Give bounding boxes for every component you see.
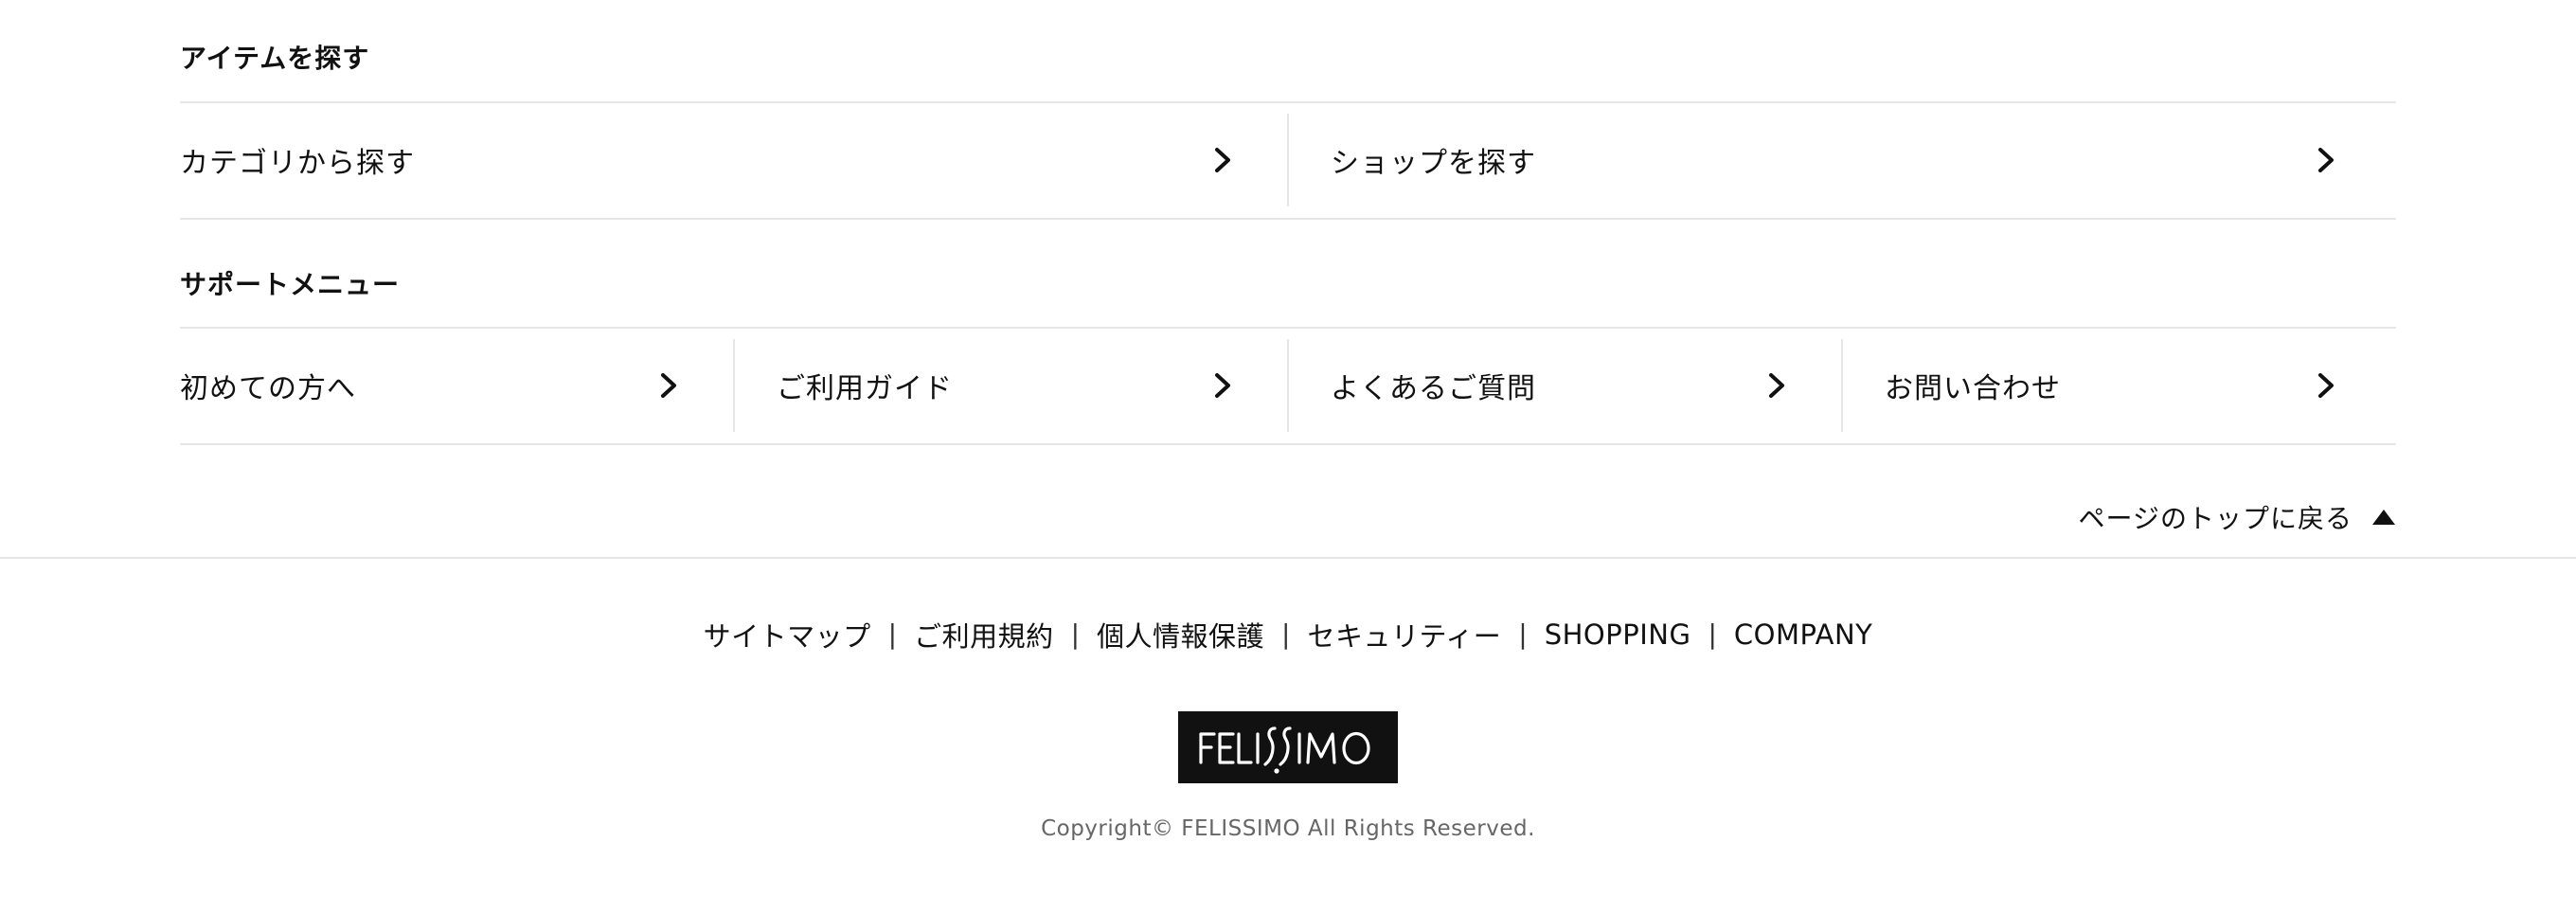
category-search-label: カテゴリから探す	[180, 147, 415, 180]
chevron-right-icon	[661, 373, 676, 398]
contact-label: お問い合わせ	[1885, 372, 2061, 405]
felissimo-logo-wordmark	[1199, 726, 1370, 774]
footer-separator: |	[1070, 618, 1081, 650]
contact-link[interactable]: お問い合わせ	[1842, 328, 2396, 443]
faq-label: よくあるご質問	[1331, 372, 1536, 405]
footer-separator: |	[1518, 618, 1528, 650]
usage-guide-label: ご利用ガイド	[777, 372, 953, 405]
footer-divider	[0, 557, 2576, 559]
shop-search-link[interactable]: ショップを探す	[1288, 102, 2396, 218]
chevron-right-icon	[1215, 373, 1230, 398]
footer-link-privacy[interactable]: 個人情報保護	[1097, 615, 1264, 654]
felissimo-logo[interactable]	[1178, 711, 1398, 783]
support-menu-links: 初めての方へ ご利用ガイド よくあるご質問 お問い合わせ	[180, 328, 2396, 443]
footer-link-company[interactable]: COMPANY	[1734, 618, 1872, 651]
footer-link-shopping[interactable]: SHOPPING	[1545, 618, 1691, 651]
chevron-right-icon	[1769, 373, 1784, 398]
support-menu-heading: サポートメニュー	[180, 269, 401, 300]
divider	[180, 443, 2396, 445]
page-top-label: ページのトップに戻る	[2078, 503, 2352, 534]
footer-link-terms[interactable]: ご利用規約	[914, 615, 1054, 654]
footer-link-security[interactable]: セキュリティー	[1307, 615, 1501, 654]
first-time-link[interactable]: 初めての方へ	[180, 328, 734, 443]
footer-link-sitemap[interactable]: サイトマップ	[704, 615, 871, 654]
find-items-links: カテゴリから探す ショップを探す	[180, 102, 2396, 218]
triangle-up-icon	[2372, 510, 2395, 525]
chevron-right-icon	[2318, 148, 2334, 172]
category-search-link[interactable]: カテゴリから探す	[180, 102, 1288, 218]
footer-separator: |	[887, 618, 898, 650]
usage-guide-link[interactable]: ご利用ガイド	[734, 328, 1288, 443]
chevron-right-icon	[2318, 373, 2334, 398]
shop-search-label: ショップを探す	[1331, 147, 1536, 180]
page-top-link[interactable]: ページのトップに戻る	[2079, 500, 2396, 534]
footer-separator: |	[1281, 618, 1291, 650]
footer-separator: |	[1708, 618, 1717, 650]
copyright: Copyright© FELISSIMO All Rights Reserved…	[1041, 816, 1535, 841]
footer-links: サイトマップ | ご利用規約 | 個人情報保護 | セキュリティー | SHOP…	[0, 616, 2576, 654]
divider	[180, 218, 2396, 220]
find-items-heading: アイテムを探す	[180, 43, 370, 74]
faq-link[interactable]: よくあるご質問	[1288, 328, 1842, 443]
chevron-right-icon	[1215, 148, 1230, 172]
first-time-label: 初めての方へ	[180, 372, 356, 405]
